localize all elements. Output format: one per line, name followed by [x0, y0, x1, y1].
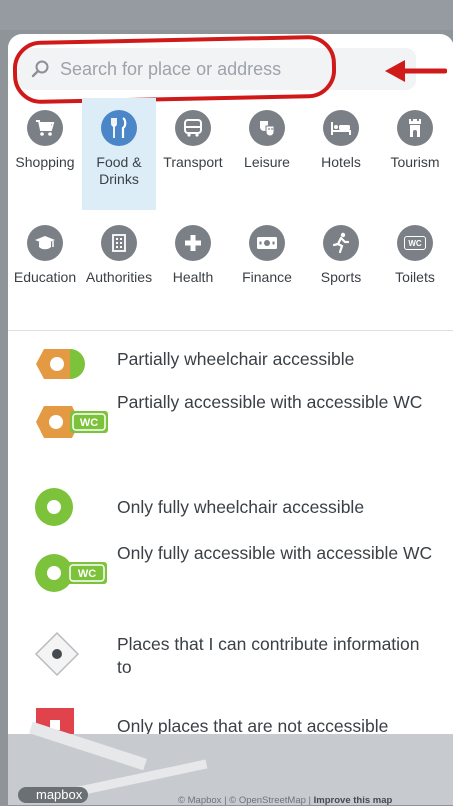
category-label: Health [172, 269, 214, 285]
legend-item[interactable]: WC Partially accessible with accessible … [8, 391, 453, 473]
legend-label: Partially accessible with accessible WC [117, 392, 423, 412]
mapbox-logo: mapbox [18, 787, 89, 803]
category-hotels[interactable]: Hotels [304, 98, 378, 210]
category-row: Education Authorities Health Finance Spo… [8, 213, 453, 325]
legend-label: Only fully wheelchair accessible [117, 497, 365, 517]
mapbox-logo-text: mapbox [36, 787, 83, 802]
category-label: Leisure [244, 154, 290, 170]
category-leisure[interactable]: Leisure [230, 98, 304, 210]
wc-badge-text: WC [78, 568, 96, 580]
category-authorities[interactable]: Authorities [82, 213, 156, 325]
annotation-circle [12, 34, 337, 105]
category-health[interactable]: Health [156, 213, 230, 325]
wc-icon: WC [397, 225, 433, 261]
legend-item[interactable]: Places that I can contribute information… [8, 619, 453, 695]
landmark-tower-icon [397, 110, 433, 146]
plus-cross-icon [175, 225, 211, 261]
fork-knife-icon [101, 110, 137, 146]
full-accessible-wc-marker-icon: WC [35, 554, 107, 592]
legend-label: Only places that are not accessible [117, 716, 389, 734]
wc-icon-label: WC [408, 238, 422, 248]
legend-item[interactable]: Only places that are not accessible [8, 695, 453, 734]
running-person-icon [323, 225, 359, 261]
category-row: Shopping Food & Drinks Transport Leisure [8, 98, 453, 210]
improve-map-link[interactable]: Improve this map [314, 795, 393, 806]
wc-badge-text: WC [80, 417, 98, 429]
category-education[interactable]: Education [8, 213, 82, 325]
legend-item[interactable]: Partially wheelchair accessible [8, 331, 453, 389]
category-label: Transport [163, 154, 223, 170]
category-label: Food & Drinks [96, 154, 142, 187]
partial-accessible-wc-marker-icon: WC [36, 406, 108, 438]
category-toilets[interactable]: WC Toilets [378, 213, 452, 325]
legend-label: Partially wheelchair accessible [117, 349, 355, 369]
annotation-arrow [385, 60, 447, 82]
legend-item[interactable]: WC Only fully accessible with accessible… [8, 535, 453, 619]
theater-masks-icon [249, 110, 285, 146]
shopping-cart-icon [27, 110, 63, 146]
category-label: Toilets [395, 269, 435, 285]
bus-icon [175, 110, 211, 146]
category-sports[interactable]: Sports [304, 213, 378, 325]
status-bar [0, 0, 453, 30]
category-transport[interactable]: Transport [156, 98, 230, 210]
contribute-diamond-icon [34, 631, 80, 677]
category-tourism[interactable]: Tourism [378, 98, 452, 210]
full-accessible-marker-icon [35, 488, 73, 526]
category-shopping[interactable]: Shopping [8, 98, 82, 210]
legend-label: Places that I can contribute information… [117, 634, 420, 677]
category-grid: Shopping Food & Drinks Transport Leisure [8, 98, 453, 325]
category-finance[interactable]: Finance [230, 213, 304, 325]
category-label: Education [13, 269, 77, 285]
category-label: Finance [242, 269, 292, 285]
filter-panel: Shopping Food & Drinks Transport Leisure [8, 34, 453, 734]
category-label: Shopping [15, 154, 75, 170]
bed-icon [323, 110, 359, 146]
map-attribution: © Mapbox | © OpenStreetMap | Improve thi… [178, 795, 392, 806]
partial-accessible-marker-icon [36, 349, 85, 379]
building-icon [101, 225, 137, 261]
legend-label: Only fully accessible with accessible WC [117, 543, 433, 563]
category-label: Sports [320, 269, 362, 285]
category-food-drinks[interactable]: Food & Drinks [82, 98, 156, 210]
category-label: Authorities [85, 269, 153, 285]
graduation-cap-icon [27, 225, 63, 261]
banknote-icon [249, 225, 285, 261]
category-label: Hotels [321, 154, 361, 170]
attribution-text[interactable]: © Mapbox | © OpenStreetMap | [178, 795, 314, 806]
category-label: Tourism [390, 154, 440, 170]
legend-item[interactable]: Only fully wheelchair accessible [8, 473, 453, 535]
